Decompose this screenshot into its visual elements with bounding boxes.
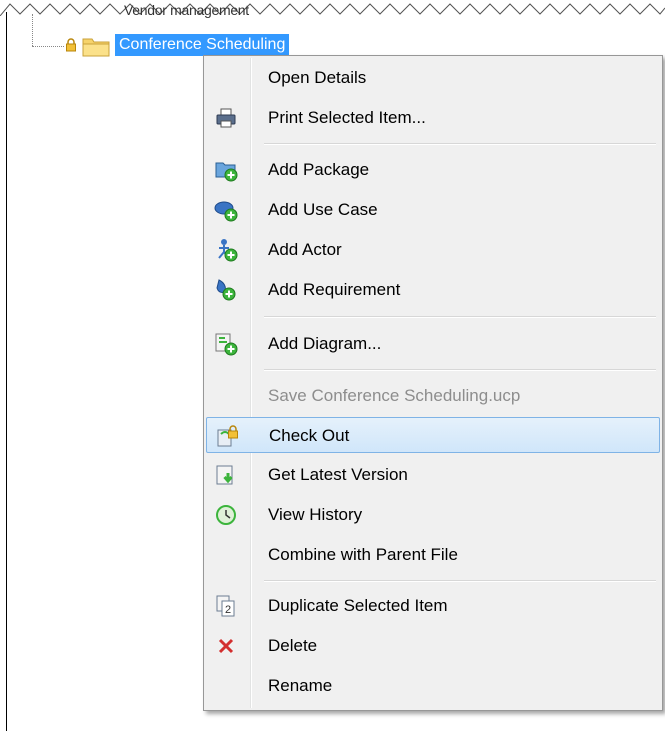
menu-item-label: Delete — [268, 636, 318, 655]
menu-item-label: Print Selected Item... — [268, 108, 426, 127]
menu-item-save-file: Save Conference Scheduling.ucp — [206, 378, 660, 414]
menu-item-rename[interactable]: Rename — [206, 668, 660, 704]
menu-item-add-diagram[interactable]: Add Diagram... — [206, 326, 660, 362]
tree-node-selected[interactable]: Conference Scheduling — [115, 34, 290, 56]
menu-item-label: Add Requirement — [268, 280, 401, 299]
menu-item-duplicate-selected-item[interactable]: 2 Duplicate Selected Item — [206, 588, 660, 624]
svg-text:2: 2 — [225, 604, 231, 616]
menu-item-combine-with-parent[interactable]: Combine with Parent File — [206, 537, 660, 573]
add-requirement-icon — [216, 279, 236, 301]
menu-separator — [264, 580, 656, 582]
check-out-icon — [217, 425, 238, 447]
menu-item-label: Open Details — [268, 68, 367, 87]
menu-item-view-history[interactable]: View History — [206, 497, 660, 533]
tree-connector — [32, 46, 64, 47]
printer-icon — [216, 108, 236, 128]
menu-item-label: Add Use Case — [268, 200, 378, 219]
menu-separator — [264, 143, 656, 145]
menu-item-add-use-case[interactable]: Add Use Case — [206, 192, 660, 228]
tree-left-border — [6, 12, 7, 731]
menu-item-label: Check Out — [269, 426, 350, 445]
menu-item-label: Add Diagram... — [268, 334, 382, 353]
menu-item-add-package[interactable]: Add Package — [206, 152, 660, 188]
menu-separator — [264, 316, 656, 318]
menu-item-label: Get Latest Version — [268, 465, 408, 484]
menu-item-print-selected-item[interactable]: Print Selected Item... — [206, 100, 660, 136]
menu-item-check-out[interactable]: Check Out — [206, 417, 660, 453]
menu-item-label: Save Conference Scheduling.ucp — [268, 386, 521, 405]
menu-item-add-requirement[interactable]: Add Requirement — [206, 272, 660, 308]
menu-separator — [264, 369, 656, 371]
add-diagram-icon — [215, 333, 238, 356]
menu-item-delete[interactable]: Delete — [206, 628, 660, 664]
add-use-case-icon — [214, 201, 238, 222]
duplicate-icon: 2 — [216, 595, 235, 617]
menu-item-open-details[interactable]: Open Details — [206, 60, 660, 96]
get-latest-icon — [216, 465, 233, 485]
folder-icon — [82, 38, 110, 57]
history-icon — [216, 505, 236, 525]
add-package-icon — [215, 162, 238, 182]
tree-parent-label[interactable]: Vendor management — [124, 2, 249, 18]
tree-connector — [32, 14, 33, 46]
menu-item-get-latest-version[interactable]: Get Latest Version — [206, 457, 660, 493]
menu-item-label: Combine with Parent File — [268, 545, 458, 564]
context-menu: Open Details Print Selected Item... Add … — [203, 55, 663, 711]
menu-item-label: Add Package — [268, 160, 370, 179]
menu-item-label: Duplicate Selected Item — [268, 596, 448, 615]
add-actor-icon — [218, 239, 238, 262]
tree-parent-row-clipped — [0, 3, 665, 16]
menu-item-label: Rename — [268, 676, 333, 695]
delete-icon — [218, 638, 234, 654]
lock-icon — [66, 38, 76, 52]
menu-item-add-actor[interactable]: Add Actor — [206, 232, 660, 268]
menu-item-label: View History — [268, 505, 363, 524]
menu-item-label: Add Actor — [268, 240, 342, 259]
